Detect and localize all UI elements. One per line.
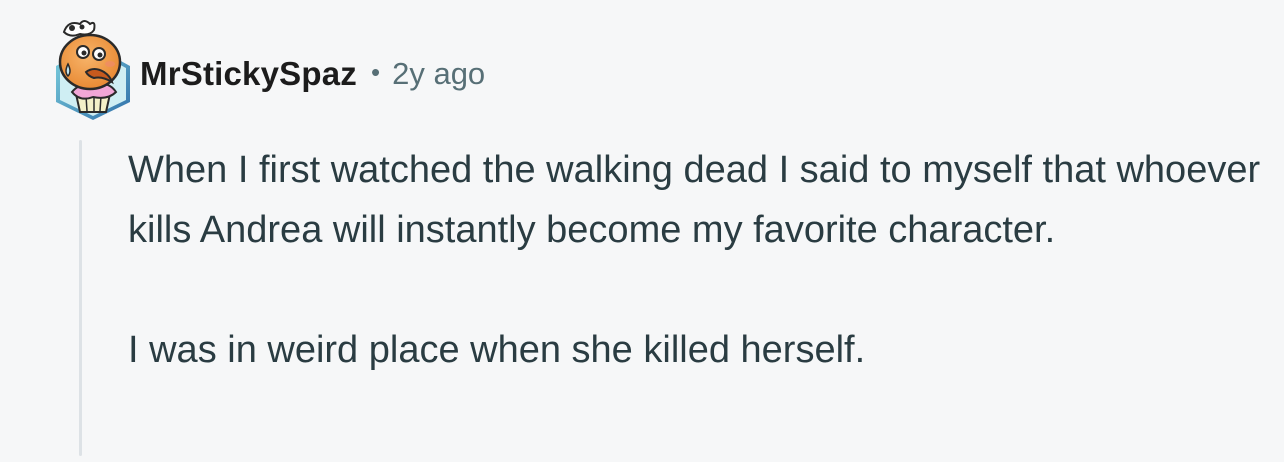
comment-timestamp[interactable]: 2y ago xyxy=(392,56,485,92)
comment: MrStickySpaz • 2y ago When I first watch… xyxy=(0,0,1284,462)
username-link[interactable]: MrStickySpaz xyxy=(140,55,357,93)
snoo-muffin-avatar-icon xyxy=(56,20,130,120)
meta-separator: • xyxy=(370,56,381,87)
comment-paragraph: I was in weird place when she killed her… xyxy=(128,329,866,371)
comment-meta: MrStickySpaz • 2y ago xyxy=(140,50,485,98)
comment-body: When I first watched the walking dead I … xyxy=(128,140,1268,380)
user-avatar[interactable] xyxy=(50,16,136,120)
thread-collapse-line[interactable] xyxy=(79,140,82,456)
comment-paragraph: When I first watched the walking dead I … xyxy=(128,149,1261,251)
